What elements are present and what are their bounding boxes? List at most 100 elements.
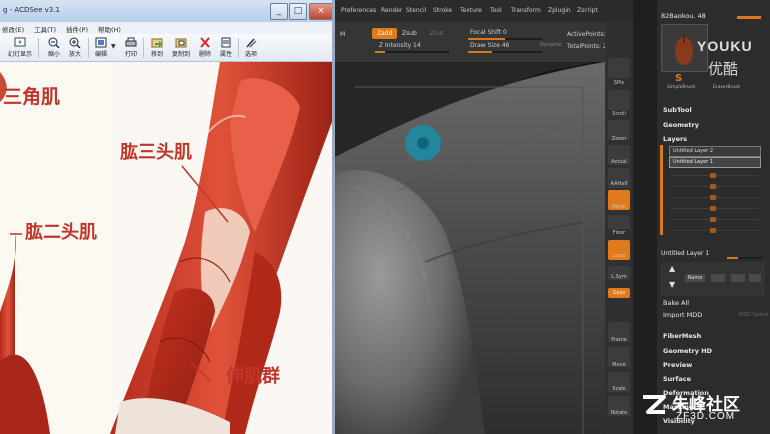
edit-button[interactable]: 编辑 xyxy=(90,36,112,60)
menu-tool[interactable]: Tool xyxy=(490,7,502,14)
bpr-button[interactable] xyxy=(608,58,630,78)
dynamic-label[interactable]: Dynamic xyxy=(540,42,562,48)
zbrush-tray-divider[interactable] xyxy=(633,0,657,434)
z-intensity-slider[interactable] xyxy=(375,51,449,53)
youku-watermark: YOUKU xyxy=(697,38,753,54)
close-button[interactable]: × xyxy=(309,3,333,20)
youku-watermark-cn: 优酷 xyxy=(708,60,739,78)
tool-header[interactable]: 82Baokou. 48 xyxy=(661,12,706,20)
layer-slot[interactable] xyxy=(670,172,758,179)
menu-render[interactable]: Render xyxy=(381,7,402,14)
arm-muscle-illustration xyxy=(0,62,332,434)
window-border[interactable] xyxy=(332,0,335,434)
layer-row-1[interactable]: Untitled Layer 2 xyxy=(669,146,761,157)
menu-tools[interactable]: 工具(T) xyxy=(34,24,56,34)
menu-stroke[interactable]: Stroke xyxy=(433,7,452,14)
layer-split-button[interactable] xyxy=(731,274,745,282)
tool-header-slider[interactable] xyxy=(737,16,761,19)
eraserbrush-label: EraserBrush xyxy=(713,85,741,90)
preview-section[interactable]: Preview xyxy=(663,361,692,369)
zbrush-right-shelf: SPix Scroll Zoom Actual AAHalf Persp Flo… xyxy=(605,22,633,434)
draw-size-label[interactable]: Draw Size 46 xyxy=(470,42,509,49)
options-button[interactable]: 选项 xyxy=(240,36,262,60)
slideshow-label: 幻灯显示 xyxy=(7,51,32,58)
layer-slot[interactable] xyxy=(670,216,758,223)
menu-help[interactable]: 帮助(H) xyxy=(98,24,121,34)
persp-label: Persp xyxy=(612,204,626,210)
layers-section[interactable]: Layers xyxy=(663,135,687,143)
z-intensity-label[interactable]: Z Intensity 14 xyxy=(379,42,421,49)
menu-zscript[interactable]: Zscript xyxy=(577,7,598,14)
focal-shift-label[interactable]: Focal Shift 0 xyxy=(470,29,507,36)
menu-stencil[interactable]: Stencil xyxy=(406,7,426,14)
geometry-hd-section[interactable]: Geometry HD xyxy=(663,347,712,355)
layer-slot[interactable] xyxy=(670,227,758,234)
edit-label: 编辑 xyxy=(94,51,107,58)
m-label: M xyxy=(340,31,346,38)
surface-section[interactable]: Surface xyxy=(663,375,691,383)
spix-label: SPix xyxy=(613,80,625,86)
local-label: Local xyxy=(612,253,626,259)
image-viewer[interactable]: 三角肌 肱二头肌 肱三头肌 伸肌群 xyxy=(0,62,332,434)
lsym-label: L.Sym xyxy=(611,274,627,280)
subtool-section[interactable]: SubTool xyxy=(663,106,692,114)
acdsee-window: g - ACDSee v3.1 _ □ × 修改(E) 工具(T) 插件(P) … xyxy=(0,0,335,434)
move-icon xyxy=(151,38,163,48)
layer-name-2: Untitled Layer 1 xyxy=(673,159,714,165)
maximize-button[interactable]: □ xyxy=(289,3,307,20)
layer-slot[interactable] xyxy=(670,194,758,201)
layer-intensity-slider[interactable] xyxy=(727,257,763,259)
label-deltoid: 三角肌 xyxy=(3,86,61,108)
layers-scrollbar[interactable] xyxy=(660,145,663,235)
focal-shift-slider[interactable] xyxy=(468,38,542,40)
minimize-button[interactable]: _ xyxy=(270,3,288,20)
print-icon xyxy=(125,37,137,47)
acdsee-toolbar: 幻灯显示 缩小 放大 编辑 ▼ 打印 移到 复制到 删除 属性 选项 xyxy=(0,34,335,62)
zbrush-canvas[interactable] xyxy=(335,62,605,434)
menu-preferences[interactable]: Preferences xyxy=(341,7,376,14)
zoom-in-icon xyxy=(69,37,81,48)
menu-texture[interactable]: Texture xyxy=(460,7,482,14)
zsub-button[interactable]: Zsub xyxy=(397,28,422,39)
acdsee-titlebar[interactable]: g - ACDSee v3.1 _ □ × xyxy=(0,0,335,22)
layer-up-icon[interactable]: ▲ xyxy=(669,264,675,273)
import-mdd-button[interactable]: Import MDD xyxy=(663,311,702,319)
floor-button[interactable] xyxy=(608,215,630,229)
layer-slot[interactable] xyxy=(670,183,758,190)
layer-slot[interactable] xyxy=(670,205,758,212)
menu-transform[interactable]: Transform xyxy=(511,7,541,14)
menu-zplugin[interactable]: Zplugin xyxy=(548,7,571,14)
scroll-button[interactable] xyxy=(608,90,630,110)
print-button[interactable]: 打印 xyxy=(120,36,142,60)
layer-name-1: Untitled Layer 2 xyxy=(673,148,714,154)
zoom-in-button[interactable]: 放大 xyxy=(64,36,86,60)
simplebrush-label: SimpleBrush xyxy=(667,85,696,90)
geometry-section[interactable]: Geometry xyxy=(663,121,699,129)
zf-watermark-url: ZF3D.COM xyxy=(676,411,736,422)
layer-row-2[interactable]: Untitled Layer 1 xyxy=(669,157,761,168)
mdd-speed-slider[interactable]: MDD Speed xyxy=(739,312,768,318)
current-layer[interactable]: Untitled Layer 1 xyxy=(661,250,709,257)
zoom-out-icon xyxy=(48,37,60,48)
slideshow-button[interactable]: 幻灯显示 xyxy=(8,36,32,60)
simplebrush-icon[interactable]: S xyxy=(675,73,682,84)
zcut-button[interactable]: Zcut xyxy=(425,28,449,39)
draw-size-slider[interactable] xyxy=(468,51,542,53)
aahalf-label: AAHalf xyxy=(610,181,628,187)
properties-icon xyxy=(221,37,231,48)
layer-new-button[interactable] xyxy=(711,274,725,282)
label-extensors: 伸肌群 xyxy=(226,366,280,387)
bake-all-button[interactable]: Bake All xyxy=(663,299,689,307)
fibermesh-section[interactable]: FiberMesh xyxy=(663,332,701,340)
layer-name-button[interactable]: Name xyxy=(685,274,705,282)
label-triceps: 肱三头肌 xyxy=(120,142,192,163)
menu-plugins[interactable]: 插件(P) xyxy=(66,24,88,34)
slideshow-icon xyxy=(14,37,26,47)
layer-delete-button[interactable] xyxy=(749,274,761,282)
menu-modify[interactable]: 修改(E) xyxy=(2,24,24,34)
actual-label: Actual xyxy=(611,159,627,165)
layer-buttons-block: ▲ ▼ Name xyxy=(661,262,765,296)
move-label: Move xyxy=(612,362,626,368)
zadd-button[interactable]: Zadd xyxy=(372,28,398,39)
layer-down-icon[interactable]: ▼ xyxy=(669,280,675,289)
